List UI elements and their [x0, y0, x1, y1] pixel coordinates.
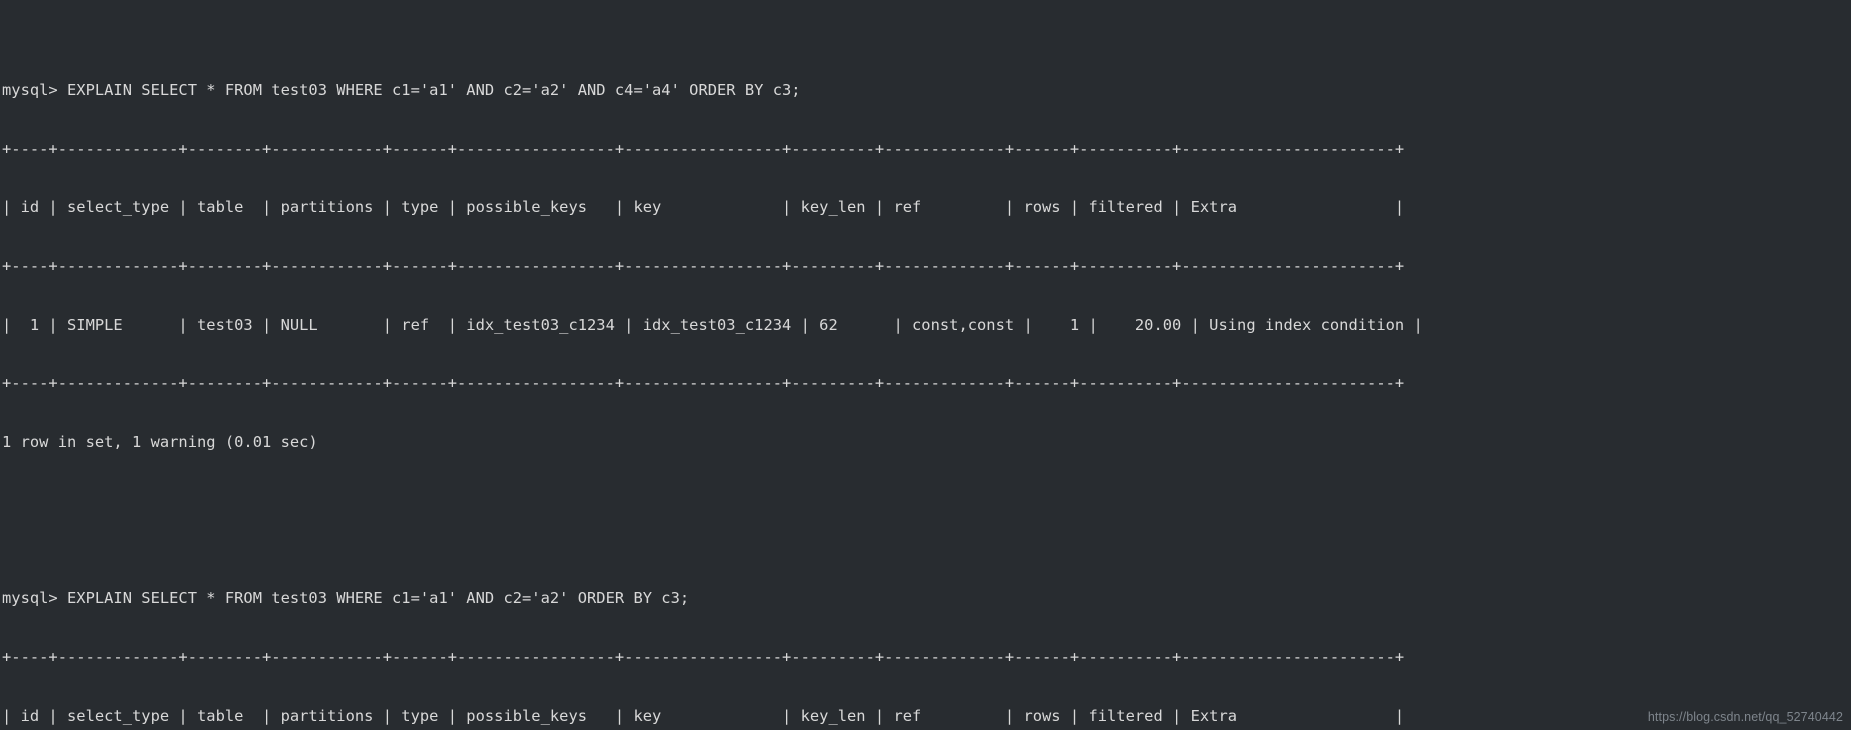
- table-separator-top-2: +----+-------------+--------+-----------…: [2, 648, 1405, 667]
- result-line-1: 1 row in set, 1 warning (0.01 sec): [2, 433, 318, 452]
- table-row-1: | 1 | SIMPLE | test03 | NULL | ref | idx…: [2, 315, 1423, 334]
- blank-line-1: [2, 492, 1851, 512]
- table-separator-bottom-1: +----+-------------+--------+-----------…: [2, 374, 1405, 393]
- table-separator-top-1: +----+-------------+--------+-----------…: [2, 139, 1405, 158]
- table-header-row-2: | id | select_type | table | partitions …: [2, 706, 1405, 725]
- table-separator-mid-1: +----+-------------+--------+-----------…: [2, 257, 1405, 276]
- csdn-watermark: https://blog.csdn.net/qq_52740442: [1647, 710, 1843, 724]
- prompt-line-1: mysql> EXPLAIN SELECT * FROM test03 WHER…: [2, 81, 801, 100]
- table-header-row-1: | id | select_type | table | partitions …: [2, 198, 1405, 217]
- terminal-output[interactable]: mysql> EXPLAIN SELECT * FROM test03 WHER…: [0, 0, 1851, 730]
- prompt-line-2: mysql> EXPLAIN SELECT * FROM test03 WHER…: [2, 589, 690, 608]
